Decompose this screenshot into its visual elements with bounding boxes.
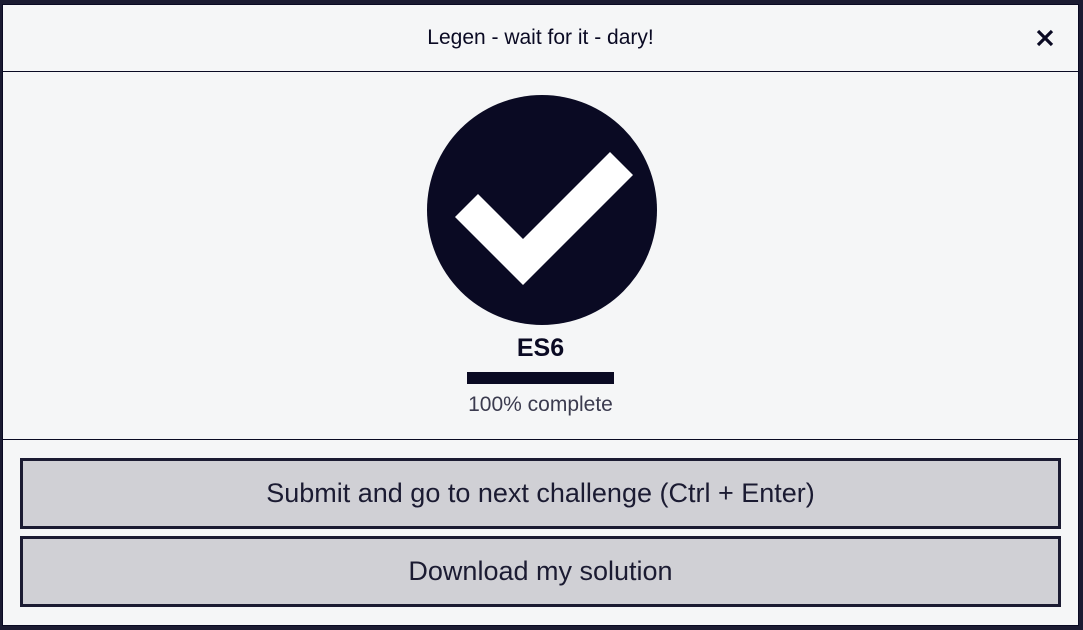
modal-body: ES6 100% complete: [3, 72, 1078, 440]
download-solution-button[interactable]: Download my solution: [20, 536, 1061, 607]
modal-footer: Submit and go to next challenge (Ctrl + …: [3, 440, 1078, 625]
completion-modal: Legen - wait for it - dary! ES6 100% com…: [2, 4, 1079, 626]
submit-next-challenge-button[interactable]: Submit and go to next challenge (Ctrl + …: [20, 458, 1061, 529]
certification-title: ES6: [516, 334, 565, 362]
check-circle-icon: [427, 95, 657, 325]
progress-bar: [467, 372, 614, 384]
progress-text: 100% complete: [468, 393, 613, 416]
modal-title: Legen - wait for it - dary!: [427, 26, 654, 49]
close-icon: [1036, 29, 1054, 47]
progress-bar-fill: [467, 372, 614, 384]
close-button[interactable]: [1032, 25, 1058, 51]
modal-header: Legen - wait for it - dary!: [3, 5, 1078, 72]
